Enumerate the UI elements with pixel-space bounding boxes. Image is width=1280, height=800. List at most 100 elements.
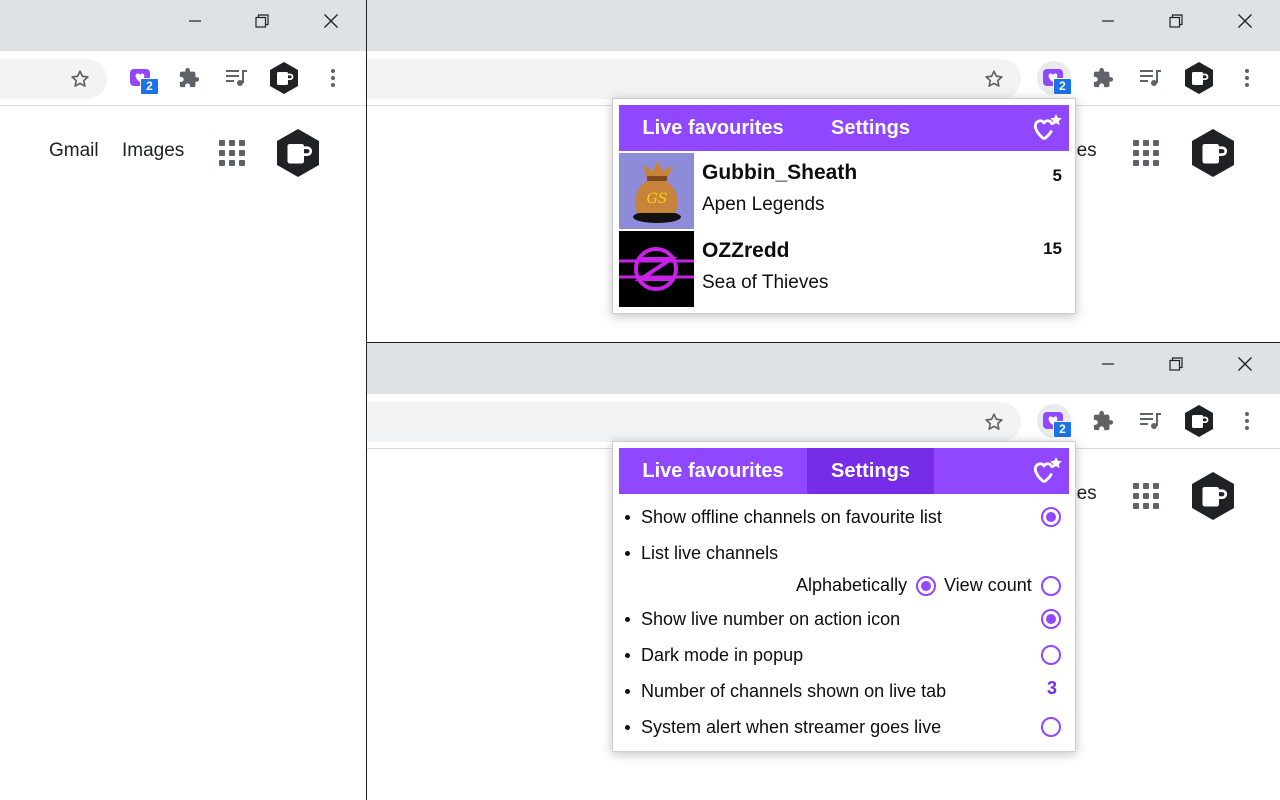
bookmark-star-button[interactable] bbox=[977, 62, 1011, 96]
channel-game: Sea of Thieves bbox=[702, 272, 829, 293]
heart-star-icon[interactable] bbox=[1031, 456, 1063, 486]
puzzle-icon bbox=[1093, 67, 1114, 88]
setting-system-alert-toggle[interactable] bbox=[1041, 717, 1061, 737]
list-item[interactable]: GS Gubbin_Sheath Apen Legends 5 bbox=[619, 153, 1069, 229]
puzzle-icon bbox=[179, 67, 200, 88]
minimize-button[interactable] bbox=[180, 6, 210, 36]
title-bar bbox=[367, 343, 1280, 394]
media-queue-icon bbox=[1140, 70, 1161, 86]
popup-header: Live favourites Settings bbox=[619, 448, 1069, 494]
channel-avatar: GS bbox=[619, 153, 694, 229]
more-vert-icon bbox=[331, 69, 335, 87]
svg-text:GS: GS bbox=[647, 191, 668, 207]
coffee-extension-button[interactable] bbox=[1182, 61, 1216, 95]
bookmark-star-button[interactable] bbox=[977, 405, 1011, 439]
setting-list-live-label: List live channels bbox=[624, 543, 779, 563]
apps-grid-icon[interactable] bbox=[1133, 140, 1159, 166]
coffee-extension-button[interactable] bbox=[1182, 404, 1216, 438]
live-favourites-extension-button[interactable]: 2 bbox=[1037, 404, 1072, 438]
media-queue-icon bbox=[226, 70, 247, 86]
close-icon bbox=[1238, 357, 1252, 371]
sort-alphabetically-radio[interactable] bbox=[916, 576, 936, 596]
toolbar: 2 bbox=[0, 51, 366, 106]
sort-view-count-radio[interactable] bbox=[1041, 576, 1061, 596]
setting-show-number-label: Show live number on action icon bbox=[624, 609, 901, 629]
more-vert-icon bbox=[1245, 412, 1249, 430]
channel-name: OZZredd bbox=[702, 239, 790, 262]
popup-header: Live favourites Settings bbox=[619, 105, 1069, 151]
coffee-hexagon-icon bbox=[1185, 62, 1213, 94]
browser-menu-button[interactable] bbox=[1230, 404, 1264, 438]
extensions-button[interactable] bbox=[1086, 61, 1120, 95]
sort-alphabetically-label: Alphabetically bbox=[796, 575, 908, 595]
coffee-hexagon-icon bbox=[270, 62, 298, 94]
coffee-extension-button[interactable] bbox=[267, 61, 301, 95]
setting-num-channels-label: Number of channels shown on live tab bbox=[624, 681, 947, 701]
title-bar bbox=[367, 0, 1280, 51]
tab-settings[interactable]: Settings bbox=[807, 105, 934, 151]
live-favourites-extension-button[interactable]: 2 bbox=[124, 61, 159, 95]
live-favourites-extension-button[interactable]: 2 bbox=[1037, 61, 1072, 95]
close-icon bbox=[324, 14, 338, 28]
star-icon bbox=[985, 413, 1003, 430]
list-item[interactable]: OZZredd Sea of Thieves 15 bbox=[619, 231, 1069, 307]
tab-live-favourites[interactable]: Live favourites bbox=[619, 448, 807, 494]
close-button[interactable] bbox=[316, 6, 346, 36]
restore-button[interactable] bbox=[1161, 6, 1191, 36]
restore-button[interactable] bbox=[247, 6, 277, 36]
setting-dark-mode-label: Dark mode in popup bbox=[624, 645, 804, 665]
images-link[interactable]: Images bbox=[122, 140, 184, 162]
minimize-icon bbox=[1102, 20, 1114, 22]
browser-menu-button[interactable] bbox=[316, 61, 350, 95]
sort-view-count-label: View count bbox=[944, 575, 1032, 595]
live-count-badge: 2 bbox=[1053, 78, 1072, 95]
setting-show-number-toggle[interactable] bbox=[1041, 609, 1061, 629]
setting-num-channels-value[interactable]: 3 bbox=[1047, 678, 1057, 699]
media-controls-button[interactable] bbox=[219, 61, 253, 95]
apps-grid-icon[interactable] bbox=[219, 140, 245, 166]
puzzle-icon bbox=[1093, 410, 1114, 431]
channel-game: Apen Legends bbox=[702, 194, 825, 215]
minimize-icon bbox=[1102, 363, 1114, 365]
restore-icon bbox=[1169, 14, 1183, 28]
media-controls-button[interactable] bbox=[1133, 61, 1167, 95]
channel-name: Gubbin_Sheath bbox=[702, 161, 858, 184]
channel-avatar bbox=[619, 231, 694, 307]
gmail-link[interactable]: Gmail bbox=[49, 140, 99, 162]
extensions-button[interactable] bbox=[172, 61, 206, 95]
browser-menu-button[interactable] bbox=[1230, 61, 1264, 95]
tab-live-favourites[interactable]: Live favourites bbox=[619, 105, 807, 151]
account-avatar[interactable] bbox=[1189, 470, 1237, 522]
restore-icon bbox=[255, 14, 269, 28]
account-avatar[interactable] bbox=[274, 127, 322, 179]
bookmark-star-button[interactable] bbox=[63, 62, 97, 96]
close-button[interactable] bbox=[1230, 349, 1260, 379]
extensions-button[interactable] bbox=[1086, 404, 1120, 438]
heart-star-icon[interactable] bbox=[1031, 113, 1063, 143]
star-icon bbox=[71, 70, 89, 87]
restore-button[interactable] bbox=[1161, 349, 1191, 379]
minimize-button[interactable] bbox=[1093, 6, 1123, 36]
address-bar[interactable] bbox=[367, 402, 1021, 442]
minimize-button[interactable] bbox=[1093, 349, 1123, 379]
setting-show-offline-toggle[interactable] bbox=[1041, 507, 1061, 527]
left-browser-window: 2 Gmail Images bbox=[0, 0, 366, 800]
coffee-hexagon-icon bbox=[1185, 405, 1213, 437]
star-icon bbox=[985, 70, 1003, 87]
address-bar[interactable] bbox=[367, 59, 1021, 99]
viewer-count: 5 bbox=[1052, 166, 1062, 185]
media-controls-button[interactable] bbox=[1133, 404, 1167, 438]
settings-popup: Live favourites Settings Show offline ch… bbox=[612, 441, 1076, 752]
media-queue-icon bbox=[1140, 413, 1161, 429]
live-favourites-popup: Live favourites Settings GS Gubbin_Sheat… bbox=[612, 98, 1076, 314]
setting-dark-mode-toggle[interactable] bbox=[1041, 645, 1061, 665]
close-button[interactable] bbox=[1230, 6, 1260, 36]
setting-system-alert-label: System alert when streamer goes live bbox=[624, 717, 942, 737]
apps-grid-icon[interactable] bbox=[1133, 483, 1159, 509]
live-count-badge: 2 bbox=[140, 78, 159, 95]
restore-icon bbox=[1169, 357, 1183, 371]
account-avatar[interactable] bbox=[1189, 127, 1237, 179]
address-bar[interactable] bbox=[0, 59, 107, 99]
tab-settings[interactable]: Settings bbox=[807, 448, 934, 494]
title-bar bbox=[0, 0, 366, 51]
